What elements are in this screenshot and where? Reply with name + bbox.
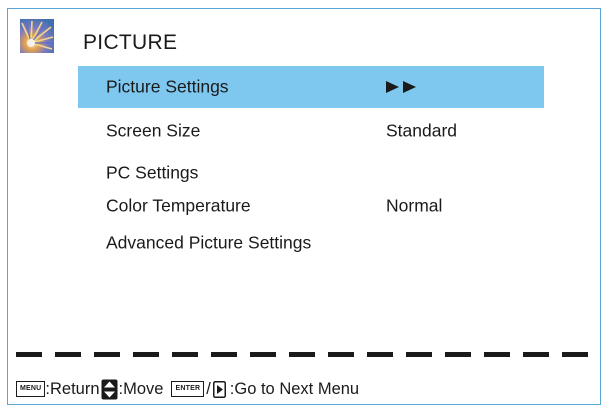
return-hint: :Return [45, 379, 100, 398]
next-menu-hint: :Go to Next Menu [229, 379, 360, 398]
menu-title: PICTURE [83, 31, 178, 54]
dashed-divider [16, 352, 592, 357]
menu-item-value: Standard [386, 120, 458, 141]
move-hint: :Move [118, 379, 164, 398]
menu-item-label: Advanced Picture Settings [106, 232, 312, 253]
osd-menu: PICTURE Picture Settings Screen Size Sta… [7, 8, 601, 405]
menu-key-badge: MENU [16, 381, 46, 397]
right-arrow-icon [212, 380, 226, 398]
submenu-arrows-icon [386, 81, 416, 93]
enter-key-badge: ENTER [171, 381, 205, 397]
menu-item-picture-settings[interactable]: Picture Settings [78, 66, 544, 108]
menu-item-label: Color Temperature [106, 195, 251, 216]
footer-help: MENU :Return :Move ENTER / :Go to Next M… [16, 376, 359, 402]
menu-item-label: Screen Size [106, 120, 201, 141]
menu-item-label: PC Settings [106, 162, 199, 183]
menu-item-label: Picture Settings [106, 76, 229, 97]
menu-item-value: Normal [386, 195, 443, 216]
separator: / [206, 379, 211, 398]
picture-thumbnail-icon [20, 19, 54, 53]
up-down-arrow-icon [101, 379, 118, 399]
menu-item-advanced-picture-settings[interactable]: Advanced Picture Settings [78, 222, 544, 264]
menu-item-screen-size[interactable]: Screen Size Standard [78, 110, 544, 152]
menu-item-color-temperature[interactable]: Color Temperature Normal [78, 185, 544, 227]
